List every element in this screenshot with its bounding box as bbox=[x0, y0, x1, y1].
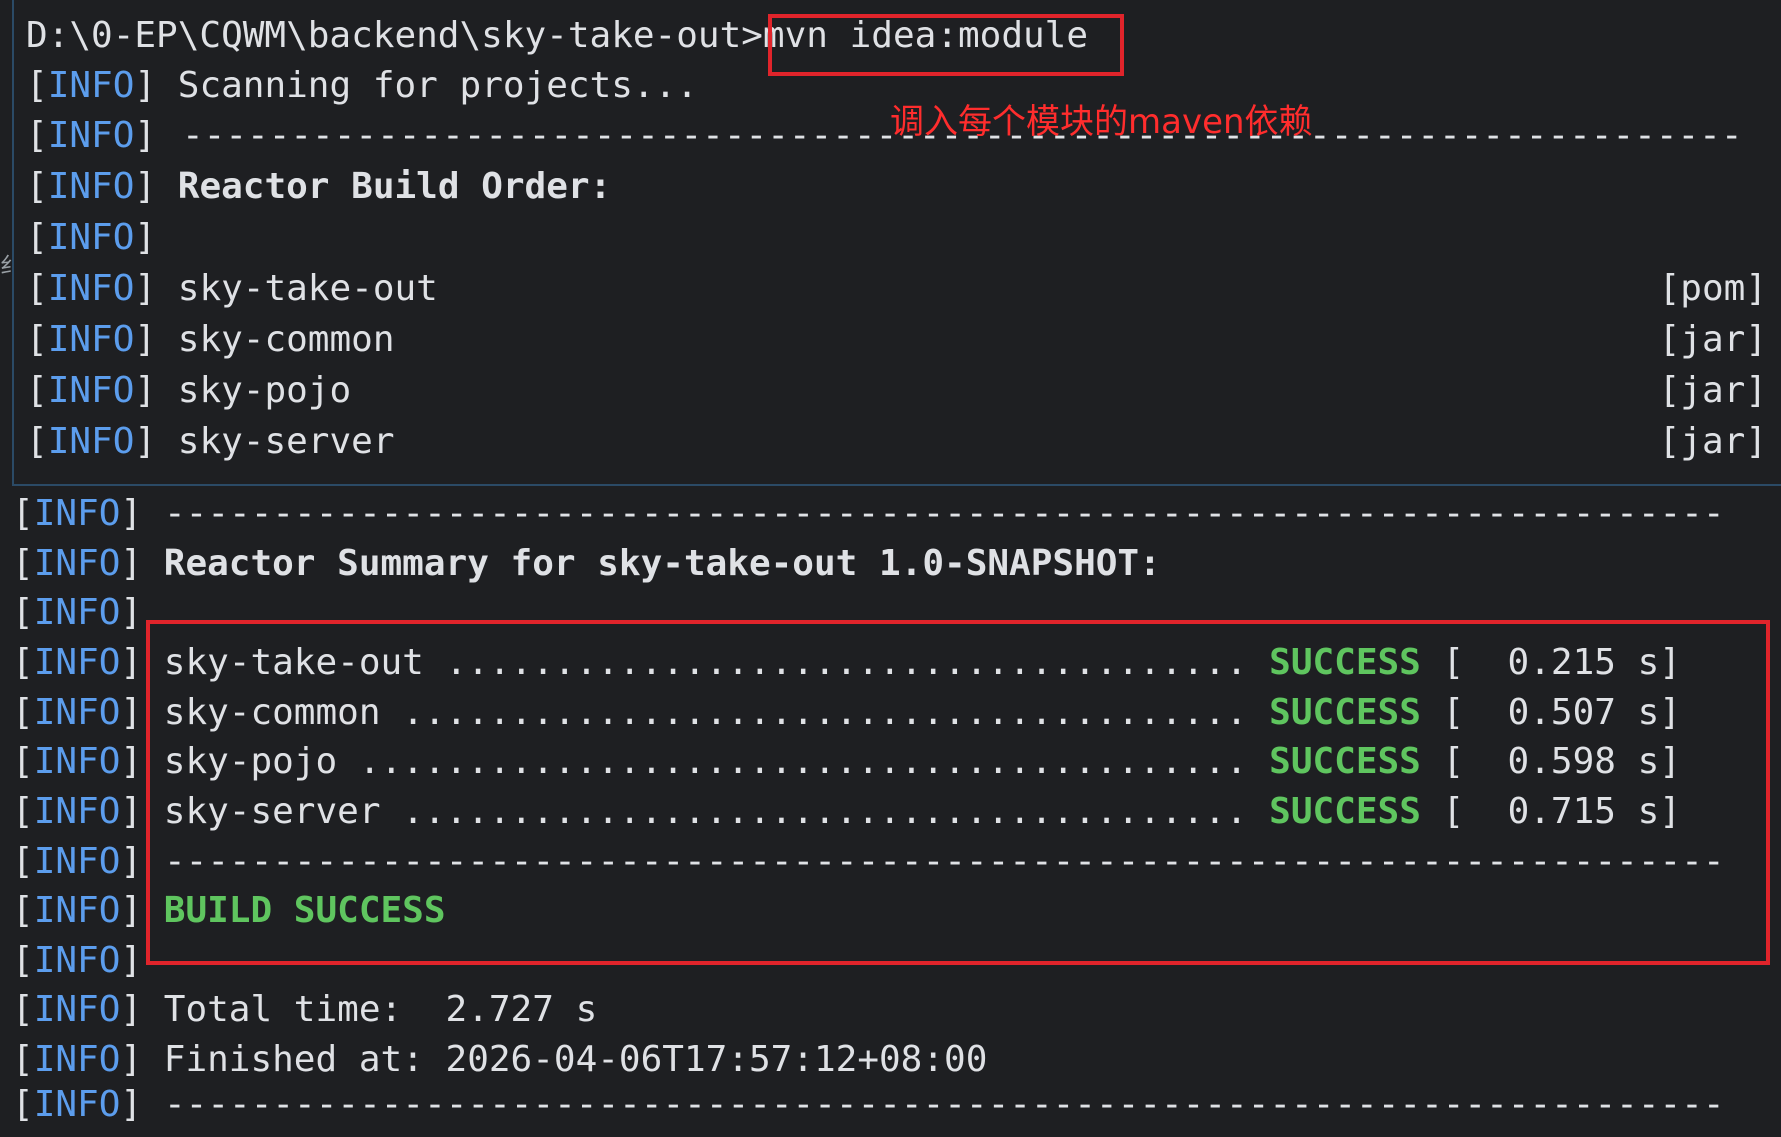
log-line-dashes: [INFO] bbox=[12, 1084, 143, 1125]
module-line: [INFO] sky-take-out bbox=[26, 268, 438, 309]
summary-heading: Reactor Summary for sky-take-out 1.0-SNA… bbox=[163, 543, 1161, 584]
module-name: sky-common bbox=[177, 319, 395, 360]
separator-dashes: ----------------------------------------… bbox=[164, 1084, 1725, 1125]
tag-info: INFO bbox=[47, 65, 135, 106]
log-line-empty: [INFO] bbox=[12, 592, 143, 633]
build-order-heading: Reactor Build Order: bbox=[177, 166, 612, 207]
annotation-text: 调入每个模块的maven依赖 bbox=[890, 102, 1313, 142]
module-packaging: [pom] bbox=[1658, 268, 1767, 309]
tag-close: ] bbox=[134, 65, 157, 106]
command-highlight-box bbox=[768, 14, 1124, 76]
log-line-scanning: [INFO] Scanning for projects... bbox=[26, 64, 698, 108]
log-line-dashes-top: [INFO] bbox=[26, 115, 157, 156]
scanning-text: Scanning for projects... bbox=[177, 65, 698, 106]
module-name: sky-server bbox=[177, 421, 395, 462]
log-line-build-order: [INFO] Reactor Build Order: bbox=[26, 166, 612, 207]
module-line: [INFO] sky-common bbox=[26, 319, 395, 360]
log-line-empty: [INFO] bbox=[12, 940, 143, 981]
log-line-dashes: [INFO] bbox=[12, 841, 143, 882]
summary-highlight-box bbox=[146, 620, 1770, 965]
log-line-empty: [INFO] bbox=[26, 217, 157, 258]
log-line-finished-at: [INFO] Finished at: 2026-04-06T17:57:12+… bbox=[12, 1039, 988, 1080]
module-line: [INFO] sky-server bbox=[26, 421, 395, 462]
log-line-total-time: [INFO] Total time: 2.727 s bbox=[12, 989, 598, 1030]
tag-open: [ bbox=[26, 65, 48, 106]
terminal-window[interactable]: 纟 D:\0-EP\CQWM\backend\sky-take-out>mvn … bbox=[0, 0, 1781, 1137]
module-name: sky-take-out bbox=[177, 268, 438, 309]
finished-at-text: Finished at: 2026-04-06T17:57:12+08:00 bbox=[163, 1039, 988, 1080]
log-line-summary-title: [INFO] Reactor Summary for sky-take-out … bbox=[12, 543, 1161, 584]
total-time-text: Total time: 2.727 s bbox=[163, 989, 598, 1030]
separator-dashes: ----------------------------------------… bbox=[164, 493, 1725, 534]
module-name: sky-pojo bbox=[177, 370, 352, 411]
module-line: [INFO] sky-pojo bbox=[26, 370, 352, 411]
module-packaging: [jar] bbox=[1658, 421, 1767, 462]
module-packaging: [jar] bbox=[1658, 370, 1767, 411]
module-packaging: [jar] bbox=[1658, 319, 1767, 360]
log-line-dashes: [INFO] bbox=[12, 493, 143, 534]
prompt-path: D:\0-EP\CQWM\backend\sky-take-out> bbox=[26, 15, 763, 56]
